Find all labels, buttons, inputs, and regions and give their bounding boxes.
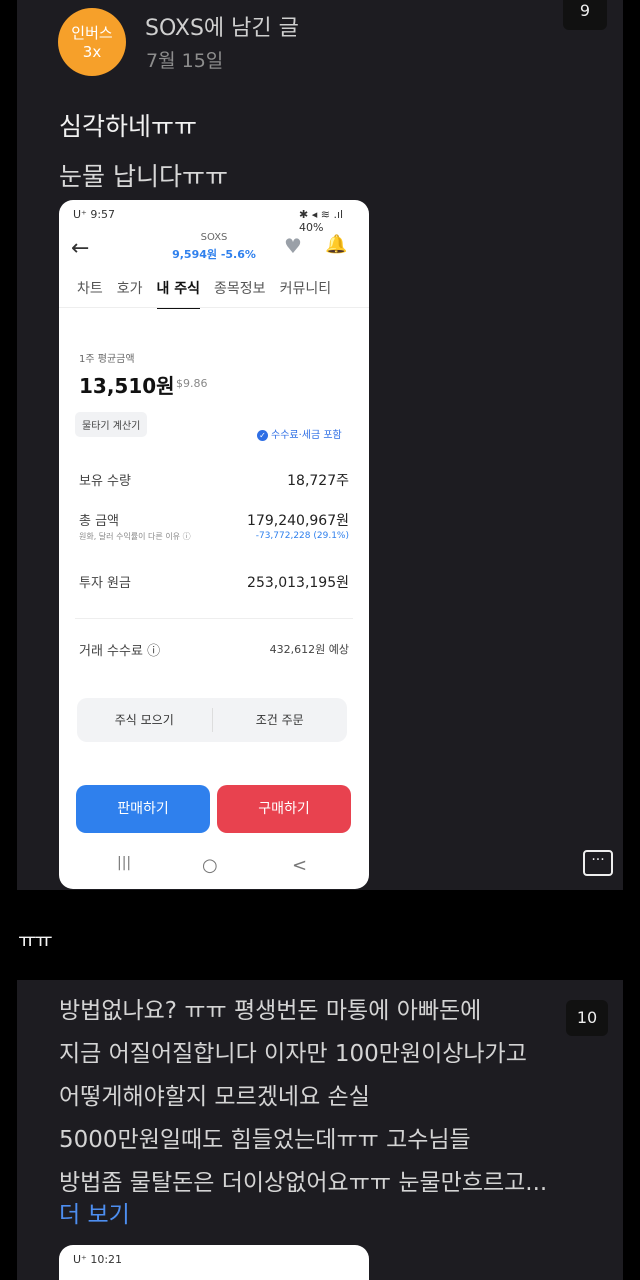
buy-button[interactable]: 구매하기 — [217, 785, 351, 833]
order-options: 주식 모으기 조건 주문 — [77, 698, 347, 742]
ticker-price: 9,594원 -5.6% — [172, 248, 256, 261]
check-icon: ✓ — [257, 429, 268, 441]
post-text-line: 눈물 납니다ㅠㅠ — [59, 162, 228, 191]
post-date: 7월 15일 — [146, 50, 224, 72]
second-screenshot: U⁺ 10:21 — [59, 1245, 369, 1280]
post-body: 방법없나요? ㅠㅠ 평생번돈 마통에 아빠돈에 지금 어질어질합니다 이자만 1… — [59, 990, 599, 1205]
tab-stock-info[interactable]: 종목정보 — [214, 278, 266, 309]
comment-icon[interactable]: ··· — [583, 850, 613, 876]
bell-icon[interactable]: 🔔 — [325, 234, 347, 255]
total-label: 총 금액 — [79, 514, 120, 529]
holding-label: 보유 수량 — [79, 474, 131, 489]
status-time: U⁺ 9:57 — [73, 208, 116, 221]
principal-value: 253,013,195원 — [247, 575, 349, 591]
tab-orderbook[interactable]: 호가 — [117, 278, 143, 309]
status-time: U⁺ 10:21 — [73, 1253, 123, 1266]
fee-included-note: ✓ 수수료·세금 포함 — [257, 426, 342, 441]
fee-label: 거래 수수료 ⓘ — [79, 644, 161, 659]
page-badge: 9 — [563, 0, 607, 30]
avatar-text-line2: 3x — [82, 43, 102, 61]
heart-icon[interactable]: ♥ — [284, 234, 302, 258]
signal-icon: ✱ ◂ ≋ .ıl — [299, 208, 344, 221]
post-card-2: 10 방법없나요? ㅠㅠ 평생번돈 마통에 아빠돈에 지금 어질어질합니다 이자… — [17, 980, 623, 1280]
see-more-link[interactable]: 더 보기 — [59, 1195, 130, 1229]
home-icon[interactable]: ○ — [202, 855, 218, 876]
post-text-line: 심각하네ㅠㅠ — [59, 112, 198, 141]
avatar-text-line1: 인버스 — [71, 24, 113, 42]
avg-price-usd: $9.86 — [176, 377, 208, 390]
tab-community[interactable]: 커뮤니티 — [280, 278, 332, 309]
tab-my-stock[interactable]: 내 주식 — [156, 278, 201, 309]
reply-text: ㅠㅠ — [18, 928, 53, 952]
community-avatar[interactable]: 인버스 3x — [58, 8, 126, 76]
total-value: 179,240,967원 — [247, 513, 349, 529]
fee-value: 432,612원 예상 — [269, 643, 349, 656]
avg-price-krw: 13,510원 — [79, 374, 175, 398]
averaging-calculator-button[interactable]: 물타기 계산기 — [75, 412, 148, 437]
ticker-symbol: SOXS — [200, 232, 228, 243]
post-body-line: 어떻게해야할지 모르겠네요 손실 — [59, 1084, 370, 1110]
sell-button[interactable]: 판매하기 — [76, 785, 210, 833]
avg-price-label: 1주 평균금액 — [79, 354, 135, 365]
principal-label: 투자 원금 — [79, 576, 131, 591]
post-author[interactable]: SOXS에 남긴 글 — [145, 10, 299, 42]
stock-tabs: 차트 호가 내 주식 종목정보 커뮤니티 — [77, 278, 331, 309]
stock-app-screenshot: U⁺ 9:57 ✱ ◂ ≋ .ıl 40% ← SOXS 9,594원 -5.6… — [59, 200, 369, 889]
post-body-line: 방법좀 물탈돈은 더이상없어요ㅠㅠ 눈물만흐르고... — [59, 1170, 548, 1196]
conditional-order-button[interactable]: 조건 주문 — [213, 698, 348, 742]
section-divider — [75, 618, 353, 619]
post-body-line: 5000만원일때도 힘들었는데ㅠㅠ 고수님들 — [59, 1127, 471, 1153]
total-change: -73,772,228 (29.1%) — [255, 531, 349, 541]
fee-included-text: 수수료·세금 포함 — [271, 430, 342, 441]
collect-stock-button[interactable]: 주식 모으기 — [77, 698, 212, 742]
total-sub-note[interactable]: 원화, 달러 수익률이 다른 이유 ⓘ — [79, 531, 191, 542]
tab-divider — [59, 307, 369, 308]
tab-chart[interactable]: 차트 — [77, 278, 103, 309]
recent-apps-icon[interactable]: ||| — [117, 855, 131, 871]
post-body-line: 방법없나요? ㅠㅠ 평생번돈 마통에 아빠돈에 — [59, 998, 482, 1024]
holding-value: 18,727주 — [287, 473, 349, 489]
post-card-1: 인버스 3x SOXS에 남긴 글 7월 15일 9 심각하네ㅠㅠ 눈물 납니다… — [17, 0, 623, 890]
post-body-line: 지금 어질어질합니다 이자만 100만원이상나가고 — [59, 1041, 527, 1067]
status-icons: ✱ ◂ ≋ .ıl 40% — [299, 208, 369, 234]
back-icon[interactable]: < — [292, 855, 307, 876]
